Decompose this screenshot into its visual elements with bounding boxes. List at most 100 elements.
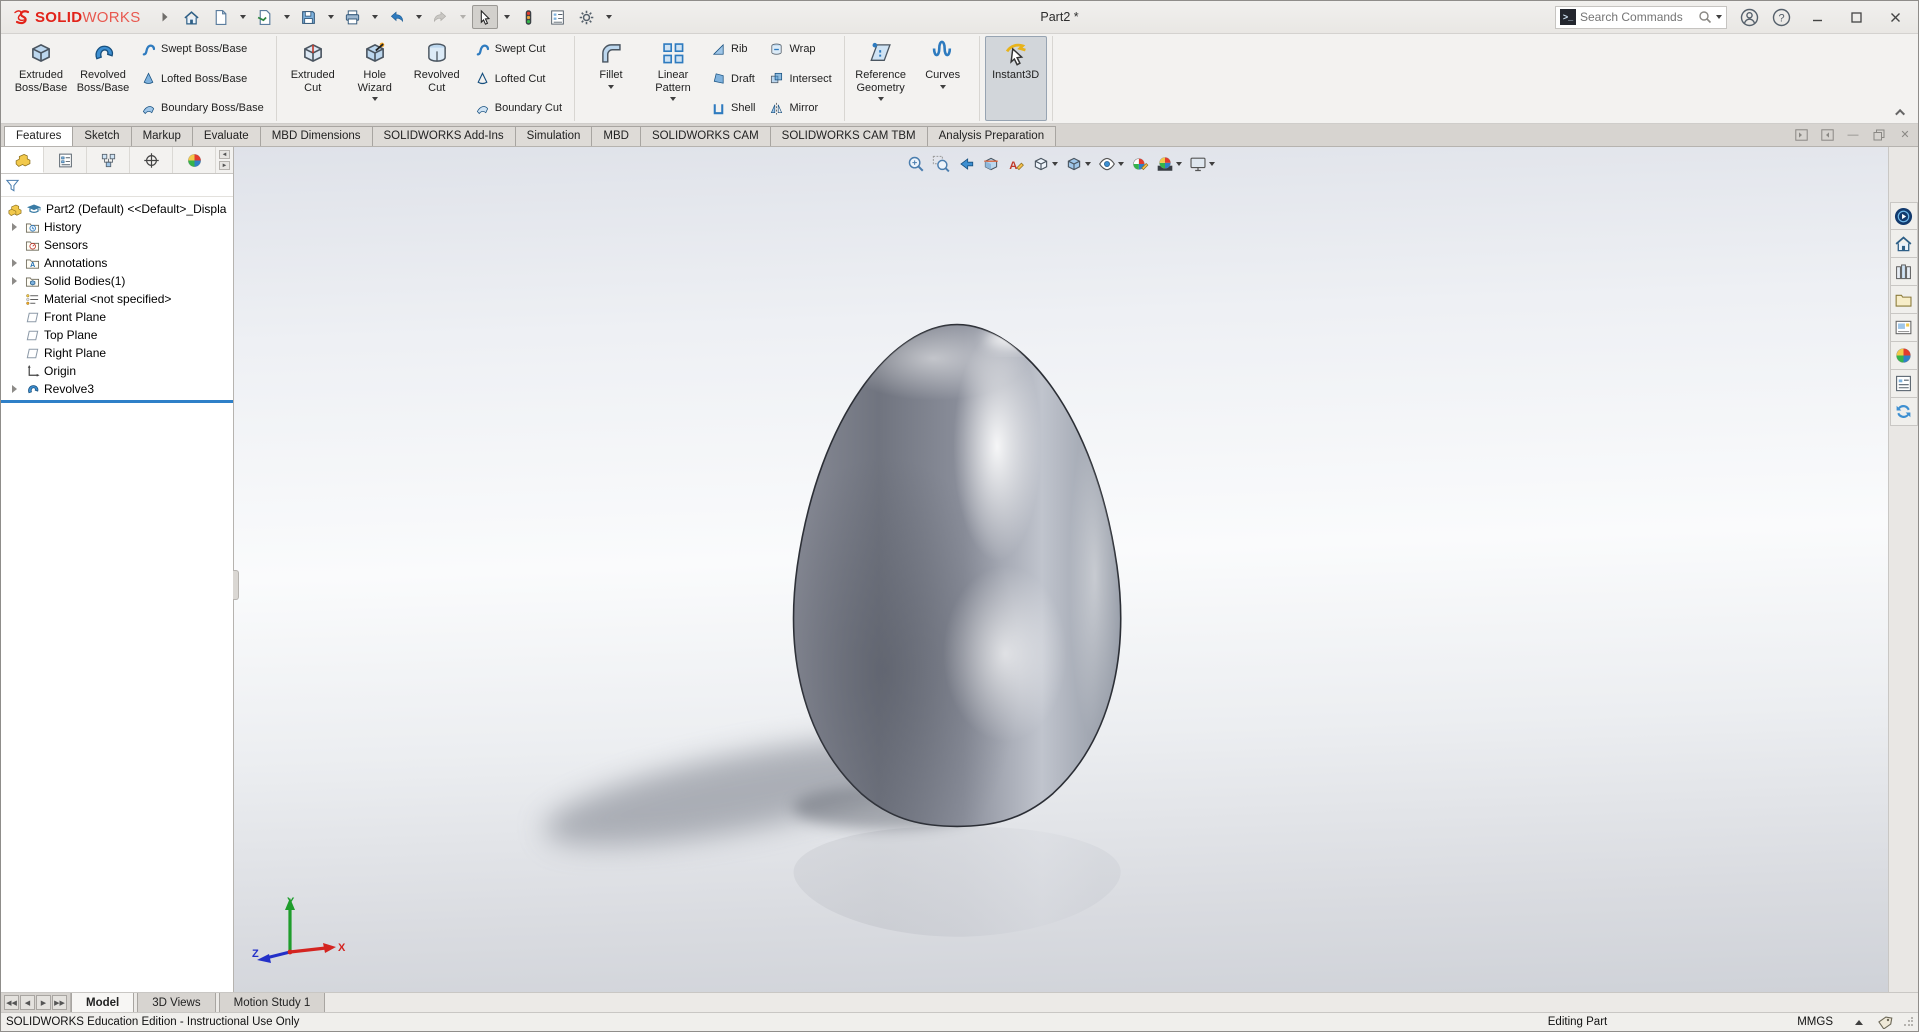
help-icon[interactable]: ? bbox=[1772, 8, 1791, 27]
menu-flyout-arrow-icon[interactable] bbox=[161, 11, 169, 23]
tree-item-right[interactable]: Right Plane bbox=[1, 344, 233, 362]
shell-button[interactable]: Shell bbox=[706, 98, 760, 118]
select-tool-button[interactable] bbox=[472, 5, 498, 29]
tab-solidworks-add-ins[interactable]: SOLIDWORKS Add-Ins bbox=[372, 126, 516, 146]
dropdown-caret-icon[interactable] bbox=[878, 97, 884, 101]
settings-button-caret[interactable] bbox=[603, 5, 615, 29]
panel-tab-propertymanager[interactable] bbox=[44, 147, 87, 173]
dropdown-caret-icon[interactable] bbox=[1085, 162, 1091, 166]
dropdown-caret-icon[interactable] bbox=[372, 15, 378, 19]
new-document-button-caret[interactable] bbox=[237, 5, 249, 29]
collapse-ribbon-button[interactable] bbox=[1894, 107, 1908, 117]
curves-button[interactable]: Curves bbox=[912, 36, 974, 121]
bottom-tab-3d-views[interactable]: 3D Views bbox=[137, 993, 215, 1012]
search-commands-box[interactable]: >_ bbox=[1555, 6, 1727, 29]
tree-item-annotations[interactable]: AAnnotations bbox=[1, 254, 233, 272]
save-button-caret[interactable] bbox=[325, 5, 337, 29]
document-restore-icon[interactable] bbox=[1872, 128, 1886, 141]
dropdown-caret-icon[interactable] bbox=[284, 15, 290, 19]
dropdown-caret-icon[interactable] bbox=[240, 15, 246, 19]
redo-button[interactable] bbox=[428, 5, 454, 29]
tree-item-front[interactable]: Front Plane bbox=[1, 308, 233, 326]
dropdown-caret-icon[interactable] bbox=[460, 15, 466, 19]
document-minimize-icon[interactable]: — bbox=[1846, 128, 1860, 141]
instant3d-button[interactable]: Instant3D bbox=[985, 36, 1047, 121]
dropdown-caret-icon[interactable] bbox=[1052, 162, 1058, 166]
save-button[interactable] bbox=[296, 5, 322, 29]
egg-3d-model[interactable] bbox=[234, 147, 1888, 992]
panel-splitter-handle[interactable] bbox=[233, 570, 239, 600]
tree-item-sensors[interactable]: Sensors bbox=[1, 236, 233, 254]
dropdown-caret-icon[interactable] bbox=[372, 97, 378, 101]
wrap-button[interactable]: Wrap bbox=[764, 39, 836, 59]
linear-pattern-button[interactable]: LinearPattern bbox=[642, 36, 704, 121]
undo-button-caret[interactable] bbox=[413, 5, 425, 29]
dropdown-caret-icon[interactable] bbox=[1176, 162, 1182, 166]
dropdown-caret-icon[interactable] bbox=[940, 85, 946, 89]
swept-cut-button[interactable]: Swept Cut bbox=[470, 39, 567, 59]
open-document-button-caret[interactable] bbox=[281, 5, 293, 29]
swept-boss-base-button[interactable]: Swept Boss/Base bbox=[136, 39, 269, 59]
mirror-button[interactable]: Mirror bbox=[764, 98, 836, 118]
annotation-views-button[interactable]: A bbox=[1004, 152, 1028, 176]
bottom-tab-model[interactable]: Model bbox=[71, 993, 134, 1012]
dropdown-caret-icon[interactable] bbox=[1209, 162, 1215, 166]
traffic-light-button[interactable] bbox=[516, 5, 542, 29]
undo-button[interactable] bbox=[384, 5, 410, 29]
dropdown-caret-icon[interactable] bbox=[1118, 162, 1124, 166]
lofted-cut-button[interactable]: Lofted Cut bbox=[470, 69, 567, 89]
panel-tab-featuremanager[interactable] bbox=[1, 147, 44, 173]
first-tab-button[interactable]: ◀◀ bbox=[4, 995, 19, 1010]
tree-item-part2[interactable]: Part2 (Default) <<Default>_Displa bbox=[1, 200, 233, 218]
tab-mbd[interactable]: MBD bbox=[591, 126, 641, 146]
draft-button[interactable]: Draft bbox=[706, 69, 760, 89]
taskpane-design-library-button[interactable] bbox=[1890, 258, 1918, 286]
panel-tab-scroll-left[interactable]: ◄ bbox=[219, 150, 230, 159]
maximize-button[interactable] bbox=[1843, 6, 1869, 28]
taskpane-appearances-scenes-button[interactable] bbox=[1890, 342, 1918, 370]
search-icon[interactable] bbox=[1698, 10, 1712, 24]
previous-tab-button[interactable]: ◀ bbox=[20, 995, 35, 1010]
tag-icon[interactable] bbox=[1877, 1015, 1893, 1029]
intersect-button[interactable]: Intersect bbox=[764, 69, 836, 89]
home-button[interactable] bbox=[179, 5, 205, 29]
panel-tab-dimxpertmanager[interactable] bbox=[130, 147, 173, 173]
tree-item-top[interactable]: Top Plane bbox=[1, 326, 233, 344]
resize-grip[interactable] bbox=[1903, 1017, 1913, 1027]
tree-item-material[interactable]: Material <not specified> bbox=[1, 290, 233, 308]
dropdown-caret-icon[interactable] bbox=[606, 15, 612, 19]
previous-view-button[interactable] bbox=[954, 152, 978, 176]
revolved-cut-button[interactable]: RevolvedCut bbox=[406, 36, 468, 121]
search-input[interactable] bbox=[1580, 10, 1694, 24]
print-button[interactable] bbox=[340, 5, 366, 29]
tab-analysis-preparation[interactable]: Analysis Preparation bbox=[927, 126, 1056, 146]
tab-solidworks-cam-tbm[interactable]: SOLIDWORKS CAM TBM bbox=[770, 126, 928, 146]
tab-sketch[interactable]: Sketch bbox=[72, 126, 131, 146]
tab-features[interactable]: Features bbox=[4, 126, 73, 146]
tab-simulation[interactable]: Simulation bbox=[515, 126, 593, 146]
boundary-cut-button[interactable]: Boundary Cut bbox=[470, 98, 567, 118]
dropdown-caret-icon[interactable] bbox=[328, 15, 334, 19]
close-button[interactable] bbox=[1882, 6, 1908, 28]
redo-button-caret[interactable] bbox=[457, 5, 469, 29]
lofted-boss-base-button[interactable]: Lofted Boss/Base bbox=[136, 69, 269, 89]
units-selector[interactable]: MMGS bbox=[1797, 1016, 1863, 1028]
dropdown-caret-icon[interactable] bbox=[670, 97, 676, 101]
zoom-to-fit-button[interactable] bbox=[904, 152, 928, 176]
edit-appearance-button[interactable] bbox=[1128, 152, 1152, 176]
taskpane-home-button[interactable] bbox=[1890, 230, 1918, 258]
dropdown-caret-icon[interactable] bbox=[608, 85, 614, 89]
open-document-button[interactable] bbox=[252, 5, 278, 29]
apply-scene-button[interactable] bbox=[1153, 152, 1185, 176]
zoom-to-area-button[interactable] bbox=[929, 152, 953, 176]
panel-tab-configurationmanager[interactable] bbox=[87, 147, 130, 173]
extruded-cut-button[interactable]: ExtrudedCut bbox=[282, 36, 344, 121]
expand-arrow-icon[interactable] bbox=[7, 385, 21, 393]
taskpane-view-palette-button[interactable] bbox=[1890, 314, 1918, 342]
taskpane-custom-properties-button[interactable] bbox=[1890, 370, 1918, 398]
expand-arrow-icon[interactable] bbox=[7, 223, 21, 231]
last-tab-button[interactable]: ▶▶ bbox=[52, 995, 67, 1010]
extruded-boss-base-button[interactable]: ExtrudedBoss/Base bbox=[10, 36, 72, 121]
dropdown-caret-icon[interactable] bbox=[416, 15, 422, 19]
rib-button[interactable]: Rib bbox=[706, 39, 760, 59]
